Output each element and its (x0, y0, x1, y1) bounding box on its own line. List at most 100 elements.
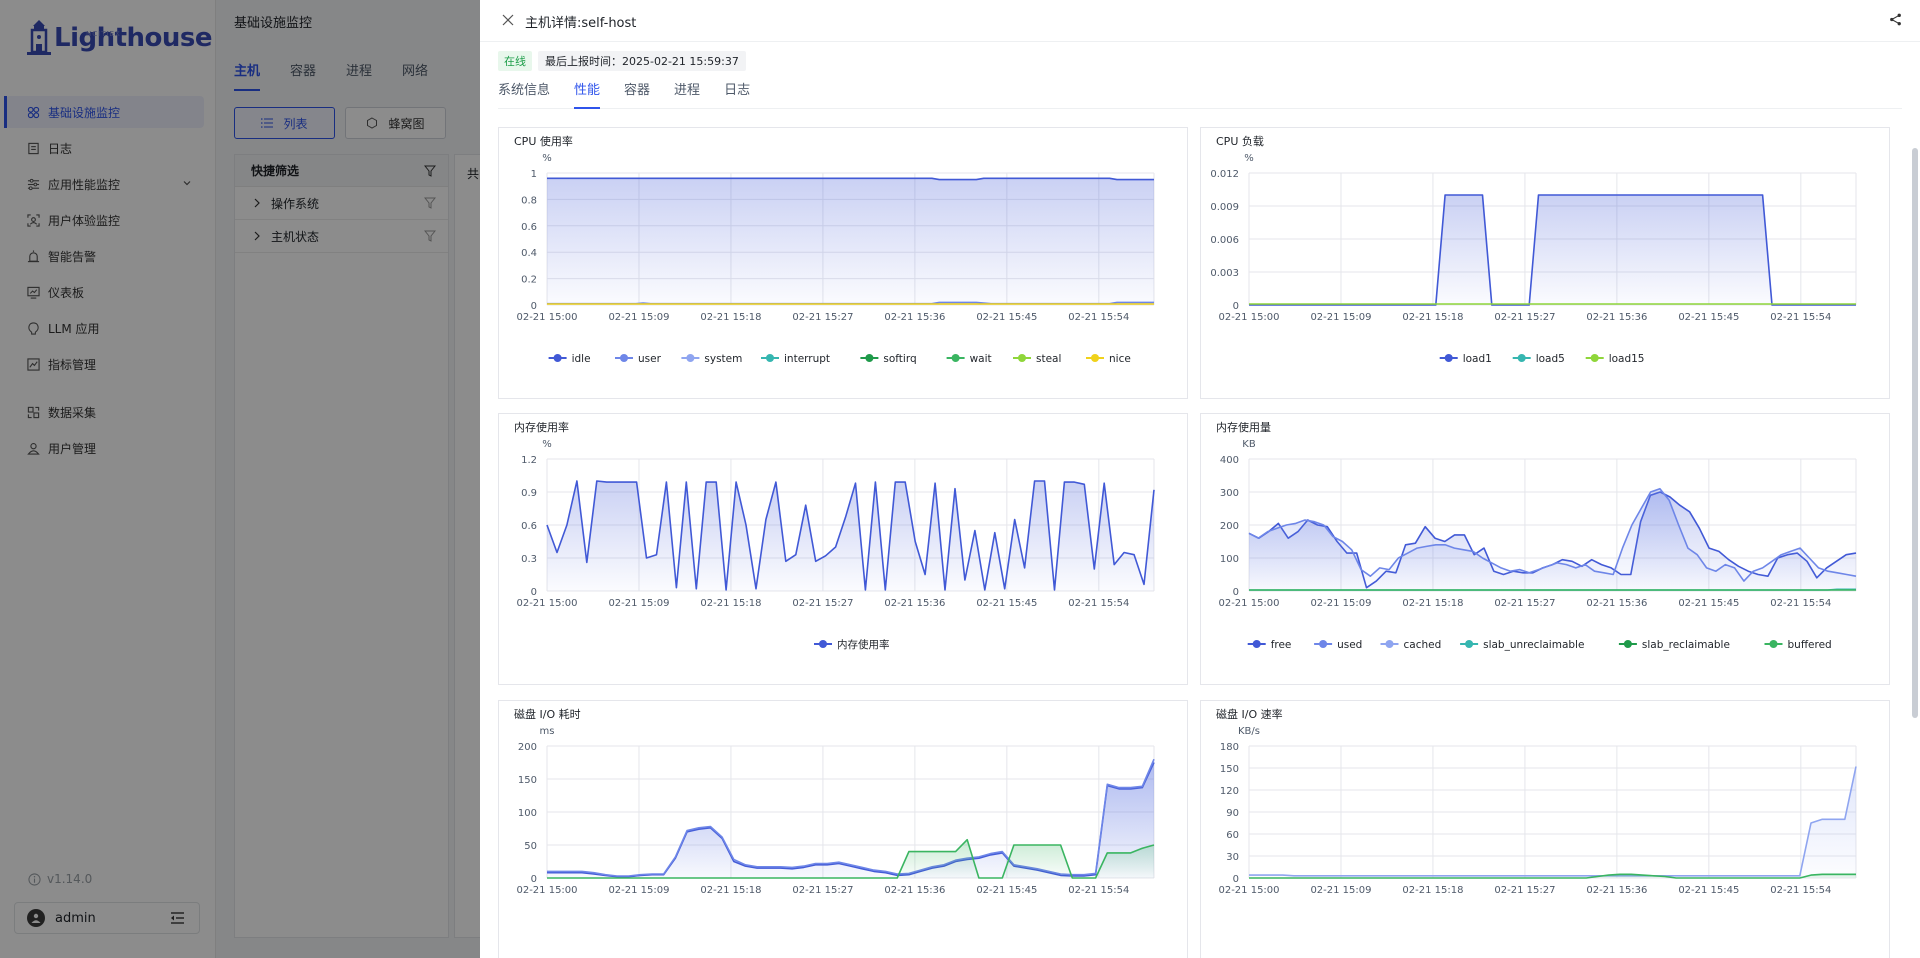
series-area (1249, 766, 1856, 878)
y-tick-label: 50 (524, 841, 537, 852)
share-icon[interactable] (1889, 13, 1902, 30)
app-root: Lighthouse NCITIEX 基础设施监控 日志 应用性能监控 用户体验… (0, 0, 1920, 958)
x-tick-label: 02-21 15:18 (1402, 885, 1463, 896)
series-area (1249, 195, 1856, 305)
legend-marker (553, 354, 562, 362)
x-tick-label: 02-21 15:00 (1218, 885, 1279, 896)
legend-label: steal (1036, 353, 1061, 365)
host-status-row: 在线 最后上报时间：2025-02-21 15:59:37 (498, 51, 746, 71)
legend-marker (686, 354, 695, 362)
x-tick-label: 02-21 15:45 (1678, 885, 1739, 896)
y-tick-label: 30 (1226, 852, 1239, 863)
legend-marker (1444, 354, 1453, 362)
chart-disk-io-time: 磁盘 I/O 耗时 ms 0 50 100 150 200 02-21 15:00 02-21 … (514, 707, 1155, 896)
x-tick-label: 02-21 15:18 (1402, 598, 1463, 609)
chart-cpu-load: CPU 负载% 0 0.003 0.006 0.009 0.012 02-21 15:00 0… (1210, 134, 1857, 365)
legend-marker (1252, 640, 1261, 648)
x-tick-label: 02-21 15:36 (1586, 885, 1647, 896)
x-tick-label: 02-21 15:36 (1586, 312, 1647, 323)
x-tick-label: 02-21 15:54 (1770, 885, 1831, 896)
status-badge: 在线 (498, 51, 532, 71)
x-tick-label: 02-21 15:27 (792, 312, 853, 323)
chart-mem-amount: 内存使用量 KB 0 100 200 300 400 02-21 15:00 02-21 15:… (1216, 420, 1857, 651)
y-tick-label: 1 (531, 169, 537, 180)
legend-label: buffered (1788, 639, 1832, 651)
x-tick-label: 02-21 15:36 (1586, 598, 1647, 609)
legend-marker (819, 640, 827, 648)
legend-marker (1319, 640, 1328, 648)
y-tick-label: 180 (1220, 742, 1239, 753)
chart-unit: KB/s (1238, 726, 1260, 737)
chart-title: 内存使用率 (514, 420, 569, 434)
x-tick-label: 02-21 15:36 (884, 598, 945, 609)
x-tick-label: 02-21 15:54 (1068, 312, 1129, 323)
tab-logs[interactable]: 日志 (724, 79, 750, 109)
chart-unit: ms (540, 726, 555, 737)
chart-card-disk-io-rate: 磁盘 I/O 速率 KB/s 0 30 60 90 120 150 180 02-21 15:00… (1200, 700, 1890, 958)
y-tick-label: 90 (1226, 808, 1239, 819)
series-line (1249, 766, 1857, 877)
y-tick-label: 0.012 (1210, 169, 1239, 180)
chart-card-mem-usage: 内存使用率% 0 0.3 0.6 0.9 1.2 02-21 15:00 02-21 15:0… (498, 413, 1188, 685)
y-tick-label: 0 (1233, 874, 1239, 885)
x-tick-label: 02-21 15:45 (1678, 312, 1739, 323)
y-tick-label: 60 (1226, 830, 1239, 841)
chart-unit: % (1244, 153, 1254, 164)
legend-marker (620, 354, 628, 362)
legend-label: cached (1404, 639, 1442, 651)
x-tick-label: 02-21 15:18 (700, 312, 761, 323)
performance-charts: CPU 使用率% 0 0.2 0.4 0.6 0.8 1 02-21 15:00 02-21 1… (498, 127, 1898, 958)
legend-marker (1385, 640, 1394, 648)
x-tick-label: 02-21 15:09 (1310, 885, 1371, 896)
y-tick-label: 150 (518, 775, 537, 786)
y-tick-label: 0.8 (521, 195, 537, 206)
x-tick-label: 02-21 15:27 (1494, 598, 1555, 609)
chart-title: CPU 负载 (1216, 134, 1264, 148)
y-tick-label: 0.6 (521, 222, 537, 233)
legend-label: slab_unreclaimable (1483, 639, 1584, 651)
legend-marker (951, 354, 960, 362)
chart-card-disk-io-time: 磁盘 I/O 耗时 ms 0 50 100 150 200 02-21 15:00 02-21 … (498, 700, 1188, 958)
legend-marker (1091, 354, 1099, 362)
drawer-scrollbar[interactable] (1912, 148, 1918, 718)
tab-processes[interactable]: 进程 (674, 79, 700, 109)
tab-containers[interactable]: 容器 (624, 79, 650, 109)
x-tick-label: 02-21 15:00 (1218, 598, 1279, 609)
y-tick-label: 0 (531, 587, 537, 598)
legend-label: nice (1109, 353, 1131, 365)
x-tick-label: 02-21 15:18 (1402, 312, 1463, 323)
tab-system-info[interactable]: 系统信息 (498, 79, 550, 109)
x-tick-label: 02-21 15:09 (608, 312, 669, 323)
close-icon[interactable] (502, 14, 514, 30)
x-tick-label: 02-21 15:09 (1310, 312, 1371, 323)
legend-marker (1018, 354, 1026, 362)
y-tick-label: 0.006 (1210, 235, 1239, 246)
x-tick-label: 02-21 15:45 (976, 598, 1037, 609)
x-tick-label: 02-21 15:00 (516, 598, 577, 609)
x-tick-label: 02-21 15:18 (700, 885, 761, 896)
x-tick-label: 02-21 15:45 (976, 312, 1037, 323)
y-tick-label: 100 (518, 808, 537, 819)
legend-marker (766, 354, 774, 362)
legend-label: load1 (1463, 353, 1492, 365)
tab-performance[interactable]: 性能 (574, 79, 601, 109)
drawer-header: 主机详情:self-host (480, 0, 1920, 42)
host-detail-drawer: 主机详情:self-host 在线 最后上报时间：2025-02-21 15:5… (480, 0, 1920, 958)
y-tick-label: 0.6 (521, 521, 537, 532)
chart-unit: % (542, 153, 552, 164)
legend-marker (1465, 640, 1474, 648)
x-tick-label: 02-21 15:09 (1310, 598, 1371, 609)
y-tick-label: 100 (1220, 554, 1239, 565)
chart-title: CPU 使用率 (514, 134, 573, 148)
y-tick-label: 0.2 (521, 275, 537, 286)
legend-marker (1517, 354, 1526, 362)
x-tick-label: 02-21 15:09 (608, 598, 669, 609)
chart-card-cpu-usage: CPU 使用率% 0 0.2 0.4 0.6 0.8 1 02-21 15:00 02-21 1… (498, 127, 1188, 399)
chart-unit: KB (1242, 439, 1256, 450)
chart-title: 磁盘 I/O 速率 (1216, 707, 1283, 721)
x-tick-label: 02-21 15:27 (792, 885, 853, 896)
x-tick-label: 02-21 15:45 (976, 885, 1037, 896)
y-tick-label: 0.4 (521, 248, 537, 259)
legend-label: user (638, 353, 662, 365)
legend-marker (1623, 640, 1632, 648)
